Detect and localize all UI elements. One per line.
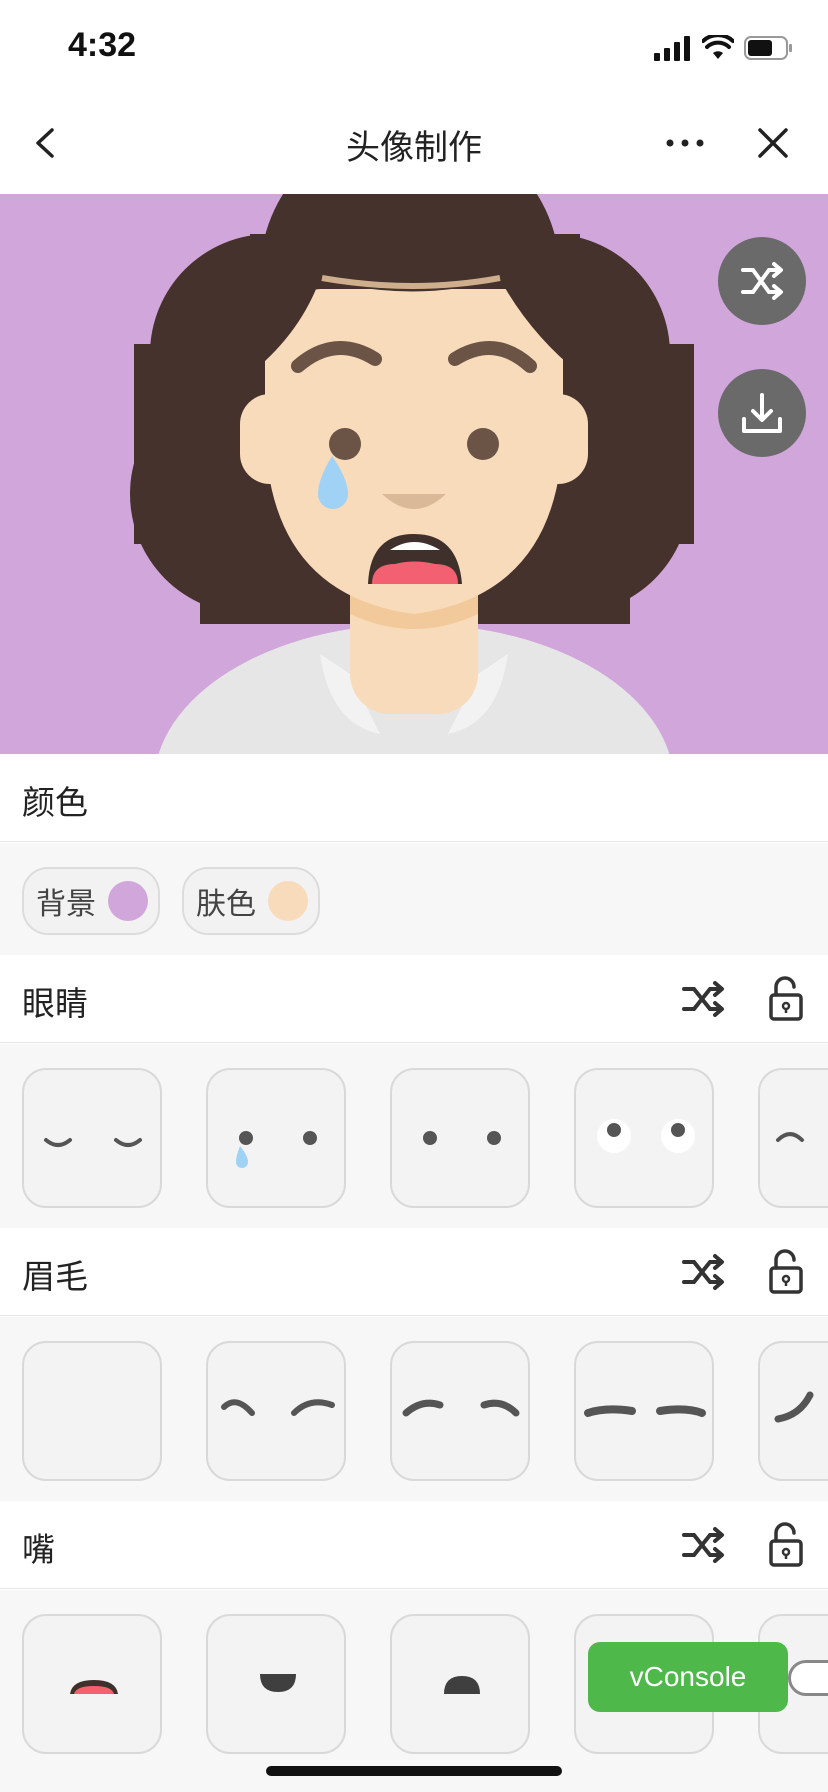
mouth-lock-button[interactable] (762, 1521, 810, 1569)
color-section-title: 颜色 (22, 783, 88, 822)
eyebrows-options (0, 1317, 828, 1501)
background-chip-label: 背景 (36, 887, 96, 922)
background-color-chip[interactable]: 背景 (22, 867, 160, 935)
close-button[interactable] (748, 118, 798, 168)
skin-color-swatch (268, 881, 308, 921)
eyes-shuffle-button[interactable] (680, 975, 728, 1023)
shuffle-icon (682, 1254, 724, 1290)
eyebrows-section-title: 眉毛 (22, 1257, 88, 1296)
eyes-option-dots[interactable] (390, 1068, 530, 1208)
shuffle-icon (682, 981, 724, 1017)
status-bar: 4:32 (0, 0, 828, 96)
skin-chip-label: 肤色 (196, 887, 256, 922)
eyes-lock-button[interactable] (762, 975, 810, 1023)
avatar-illustration (0, 194, 828, 754)
shuffle-icon (741, 262, 783, 300)
eyes-option-arched[interactable] (758, 1068, 828, 1208)
eyebrows-section-header: 眉毛 (0, 1228, 828, 1316)
color-section-body: 背景 肤色 (0, 843, 828, 955)
shuffle-icon (682, 1527, 724, 1563)
mouth-shuffle-button[interactable] (680, 1521, 728, 1569)
mouth-section-title: 嘴 (22, 1530, 55, 1569)
wavy-brows-icon (221, 1399, 335, 1416)
eyes-option-teary[interactable] (206, 1068, 346, 1208)
download-avatar-button[interactable] (718, 369, 806, 457)
arched-eye-icon (776, 1132, 804, 1142)
unlock-icon (769, 1522, 803, 1567)
teary-eyes-icon (236, 1131, 317, 1168)
arched-brows-icon (402, 1399, 520, 1417)
mouth-option-half-moon-up[interactable] (390, 1614, 530, 1754)
eyes-option-round-white[interactable] (574, 1068, 714, 1208)
home-indicator (266, 1766, 562, 1776)
mouth-option-open[interactable] (22, 1614, 162, 1754)
color-section-header: 颜色 (0, 754, 828, 842)
more-button[interactable] (660, 118, 710, 168)
battery-icon (744, 36, 792, 60)
more-dots-icon (666, 139, 704, 147)
eyebrows-option-arched[interactable] (390, 1341, 530, 1481)
dome-mouth-icon (444, 1676, 480, 1694)
half-moon-mouth-icon (260, 1674, 296, 1692)
close-icon (758, 128, 788, 158)
random-avatar-button[interactable] (718, 237, 806, 325)
unlock-icon (769, 976, 803, 1021)
eyebrows-option-flat[interactable] (574, 1341, 714, 1481)
flat-brows-icon (584, 1405, 706, 1417)
round-white-eyes-icon (597, 1119, 695, 1153)
eyes-section-title: 眼睛 (22, 984, 88, 1023)
eyebrows-lock-button[interactable] (762, 1248, 810, 1296)
cellular-signal-icon (654, 36, 690, 61)
avatar-preview (0, 194, 828, 754)
wifi-icon (702, 35, 734, 59)
curved-brow-icon (774, 1391, 814, 1423)
status-icons (654, 34, 794, 62)
status-time: 4:32 (68, 26, 137, 64)
eyebrows-option-none[interactable] (22, 1341, 162, 1481)
dot-eyes-icon (423, 1131, 501, 1145)
eyes-options (0, 1044, 828, 1228)
mouth-section-header: 嘴 (0, 1501, 828, 1589)
eyebrows-shuffle-button[interactable] (680, 1248, 728, 1296)
closed-eyes-icon (44, 1138, 142, 1147)
download-icon (742, 393, 782, 433)
eyebrows-option-wavy[interactable] (206, 1341, 346, 1481)
mouth-option-half-moon-down[interactable] (206, 1614, 346, 1754)
vconsole-button[interactable]: vConsole (588, 1642, 788, 1712)
background-color-swatch (108, 881, 148, 921)
edge-toggle[interactable] (788, 1660, 828, 1696)
eyebrows-option-curved[interactable] (758, 1341, 828, 1481)
eyes-option-closed[interactable] (22, 1068, 162, 1208)
skin-color-chip[interactable]: 肤色 (182, 867, 320, 935)
eyes-section-header: 眼睛 (0, 955, 828, 1043)
unlock-icon (769, 1249, 803, 1294)
open-mouth-icon (70, 1680, 118, 1694)
nav-bar: 头像制作 (0, 96, 828, 194)
